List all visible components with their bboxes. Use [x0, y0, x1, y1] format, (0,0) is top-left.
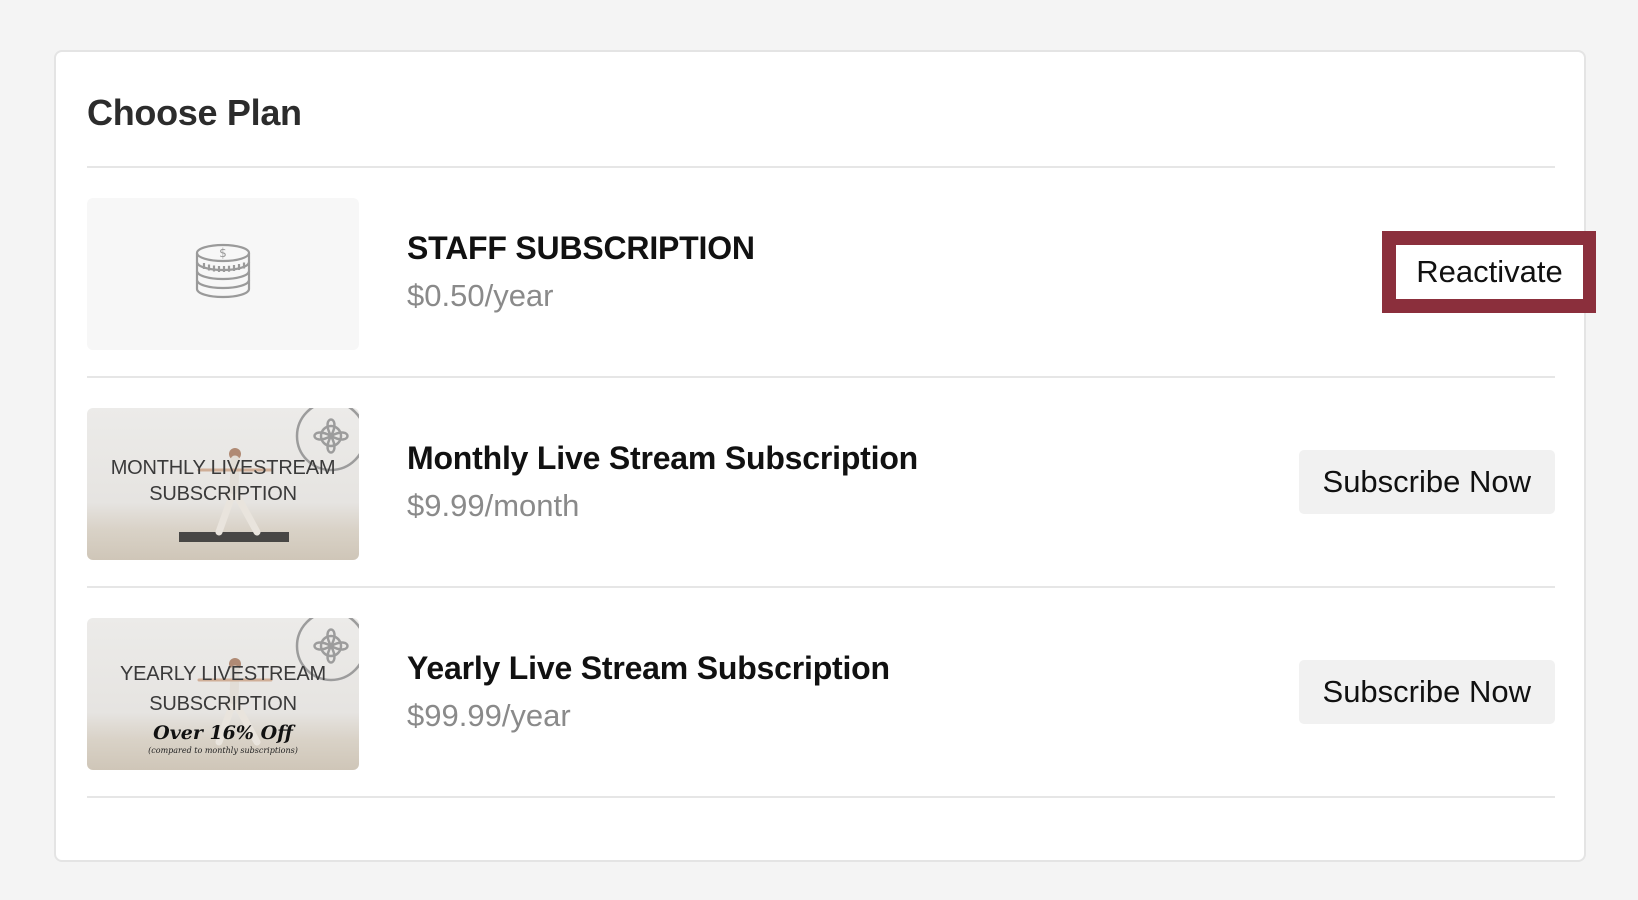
subscribe-now-button[interactable]: Subscribe Now [1298, 450, 1555, 514]
thumbnail-caption-line: MONTHLY LIVESTREAM [110, 457, 336, 479]
plan-row-yearly: YEARLY LIVESTREAM SUBSCRIPTION Over 16% … [87, 618, 1555, 770]
coin-stack-icon: $ [195, 243, 251, 299]
plan-price: $99.99/year [407, 698, 571, 733]
plan-thumbnail: MONTHLY LIVESTREAM SUBSCRIPTION [87, 408, 359, 560]
thumbnail-promo: Over 16% Off [153, 722, 293, 744]
subscribe-now-button[interactable]: Subscribe Now [1298, 660, 1555, 724]
thumbnail-caption-line: YEARLY LIVESTREAM [120, 663, 326, 685]
divider [87, 796, 1555, 798]
thumbnail-caption-line: SUBSCRIPTION [149, 483, 297, 505]
divider [87, 376, 1555, 378]
reactivate-button[interactable]: Reactivate [1396, 245, 1583, 299]
page-title: Choose Plan [87, 92, 302, 133]
divider [87, 166, 1555, 168]
plan-name: Monthly Live Stream Subscription [407, 440, 919, 476]
plan-price: $0.50/year [407, 278, 554, 313]
plan-name: Yearly Live Stream Subscription [407, 650, 890, 686]
plan-thumbnail: $ [87, 198, 359, 350]
plan-price: $9.99/month [407, 488, 580, 523]
plan-thumbnail: YEARLY LIVESTREAM SUBSCRIPTION Over 16% … [87, 618, 359, 770]
plan-row-staff: $ STAFF SUBSCRIPTION $0.50/year Reactiva… [87, 198, 1596, 350]
plan-row-monthly: MONTHLY LIVESTREAM SUBSCRIPTION Monthly … [87, 408, 1555, 560]
thumbnail-note: (compared to monthly subscriptions) [148, 746, 298, 755]
choose-plan-card: Choose Plan $ STAFF SUBSCRIPTION $0.50/y… [54, 50, 1596, 862]
thumbnail-caption-line: SUBSCRIPTION [149, 693, 297, 715]
svg-text:$: $ [219, 246, 227, 260]
divider [87, 586, 1555, 588]
reactivate-highlight: Reactivate [1382, 231, 1596, 313]
plan-name: STAFF SUBSCRIPTION [407, 230, 755, 266]
